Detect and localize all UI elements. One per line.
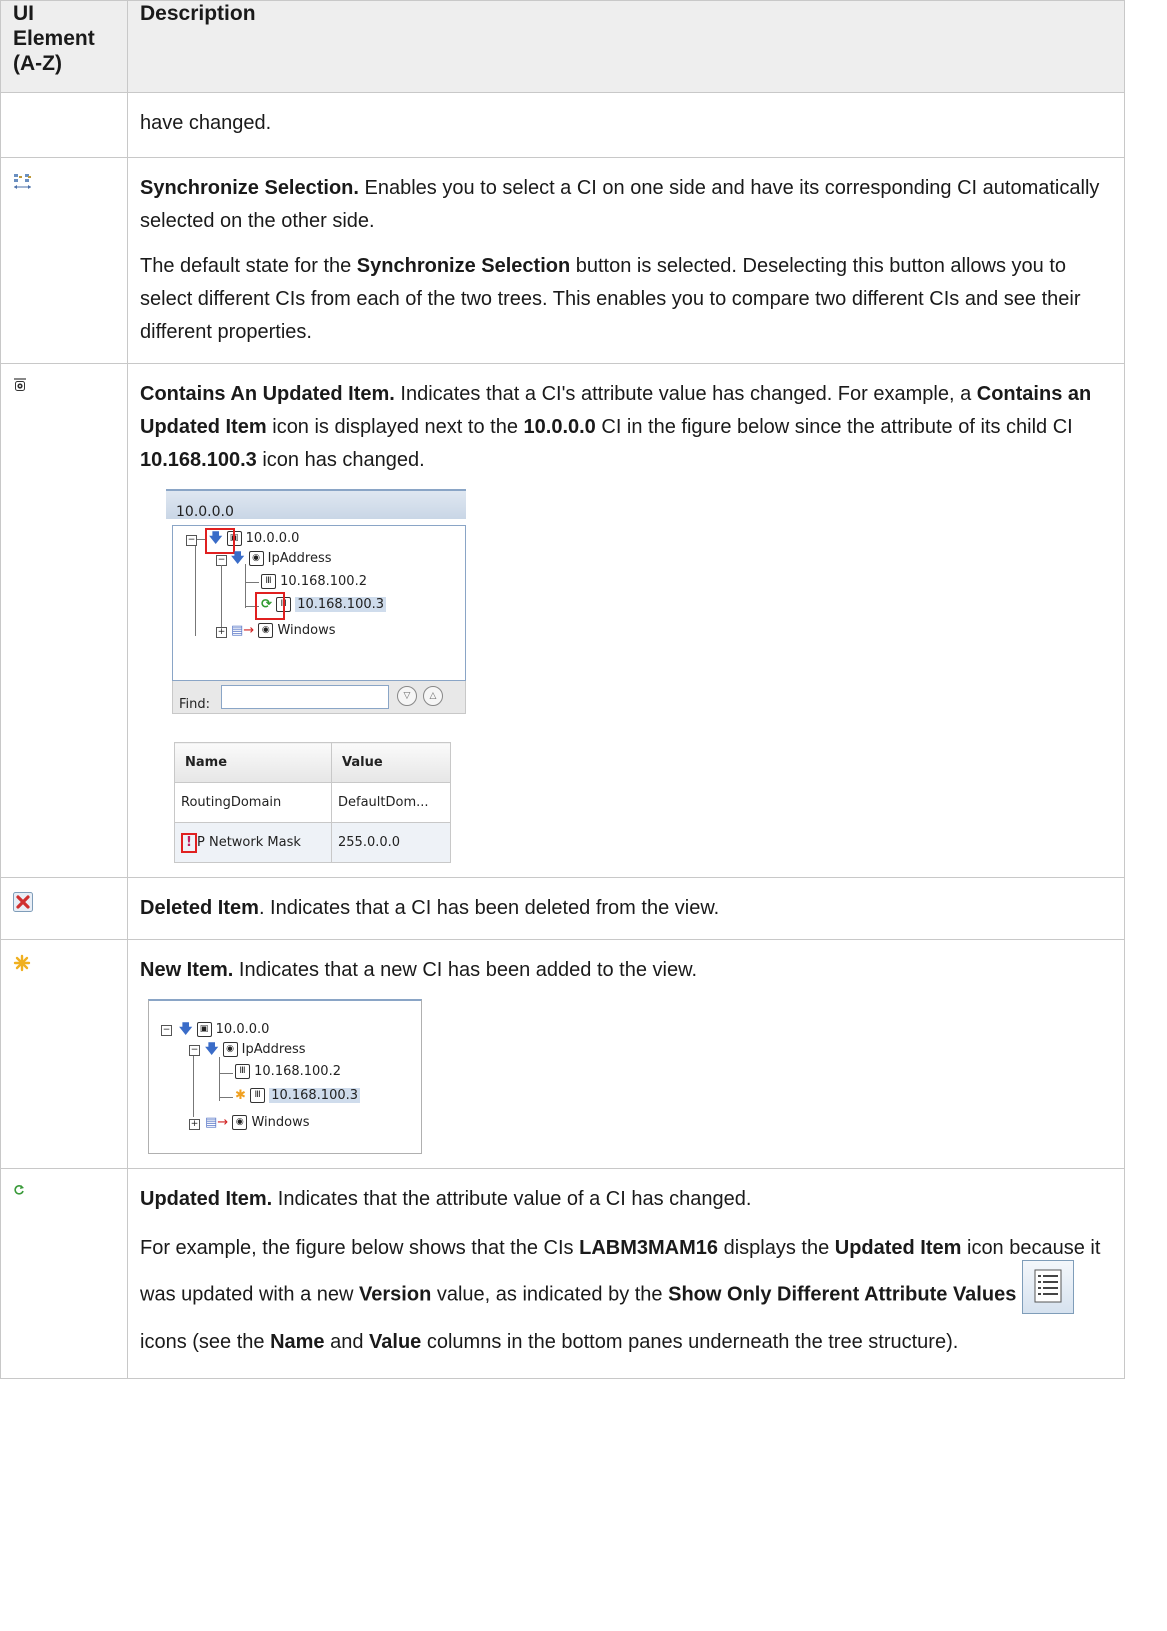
contains-updated-arrow-icon: 🡇: [179, 1022, 193, 1037]
sync-paragraph-1: Synchronize Selection. Enables you to se…: [140, 177, 1100, 232]
property-value: DefaultDom...: [331, 782, 451, 823]
find-label: Find:: [179, 697, 211, 712]
table-row: New Item. Indicates that a new CI has be…: [0, 939, 1125, 1169]
ci-tree: − 🡇 ▣ 10.0.0.0 − 🡇 ◉ IpAddress Ⅲ 10.168.…: [172, 525, 466, 681]
properties-table: Name Value RoutingDomain DefaultDom... !…: [174, 742, 451, 863]
ui-element-table: UI Element (A-Z) Description have changed…: [0, 0, 1125, 1379]
show-only-different-values-icon: [1022, 1260, 1075, 1314]
find-previous-icon[interactable]: △: [423, 686, 443, 706]
table-row[interactable]: ! P Network Mask 255.0.0.0: [174, 822, 451, 863]
ui-element-cell: [0, 157, 128, 364]
new-paragraph: New Item. Indicates that a new CI has be…: [140, 959, 698, 981]
description-cell: Updated Item. Indicates that the attribu…: [127, 1168, 1125, 1379]
ip-icon: Ⅲ: [261, 574, 276, 589]
contains-updated-figure: 10.0.0.0 − 🡇 ▣ 10.0.0.0 − 🡇 ◉ IpAddress …: [166, 489, 466, 863]
highlight-box: [255, 592, 285, 620]
header-ui-element: UI Element (A-Z): [0, 0, 128, 93]
tree-pane-title: 10.0.0.0: [166, 489, 466, 520]
find-bar: Find: ▽ △: [172, 681, 466, 714]
tree-node-ipaddress[interactable]: 🡇 ◉ IpAddress: [205, 1041, 306, 1059]
column-name[interactable]: Name: [174, 742, 332, 783]
contains-updated-arrow-icon: 🡇: [231, 551, 245, 566]
tree-node-ip-2[interactable]: ✱ Ⅲ 10.168.100.3: [235, 1087, 361, 1105]
windows-icon: ◉: [232, 1115, 248, 1130]
windows-icon: ◉: [258, 623, 274, 638]
synchronize-selection-icon: [14, 174, 31, 189]
property-name: RoutingDomain: [174, 782, 332, 823]
find-next-icon[interactable]: ▽: [397, 686, 417, 706]
table-row: have changed.: [0, 92, 1125, 158]
deleted-link-icon: ▤→: [231, 623, 255, 638]
collapse-icon[interactable]: −: [189, 1045, 200, 1056]
table-row[interactable]: RoutingDomain DefaultDom...: [174, 782, 451, 823]
updated-paragraph-1: Updated Item. Indicates that the attribu…: [140, 1188, 752, 1210]
ui-element-cell: [0, 1168, 128, 1379]
ipaddress-icon: ◉: [248, 551, 264, 566]
expand-icon[interactable]: +: [189, 1119, 200, 1130]
tree-node-windows[interactable]: ▤→ ◉ Windows: [205, 1114, 310, 1132]
new-item-icon: ✱: [235, 1088, 246, 1103]
description-cell: Synchronize Selection. Enables you to se…: [127, 157, 1125, 364]
tree-node-ipaddress[interactable]: 🡇 ◉ IpAddress: [231, 550, 332, 568]
contains-paragraph: Contains An Updated Item. Indicates that…: [140, 383, 1092, 471]
description-cell: Deleted Item. Indicates that a CI has be…: [127, 877, 1125, 940]
ui-element-cell: [0, 877, 128, 940]
find-input[interactable]: [221, 685, 389, 709]
header-ui-element-line1: UI Element: [13, 2, 95, 50]
attribute-changed-icon: !: [181, 833, 197, 853]
description-cell: have changed.: [127, 92, 1125, 158]
header-description: Description: [127, 0, 1125, 93]
table-row: Contains An Updated Item. Indicates that…: [0, 363, 1125, 878]
ip-icon: Ⅲ: [250, 1088, 266, 1103]
updated-paragraph-2: For example, the figure below shows that…: [140, 1237, 1101, 1353]
ipaddress-icon: ◉: [222, 1042, 238, 1057]
table-row: Deleted Item. Indicates that a CI has be…: [0, 877, 1125, 940]
property-name: ! P Network Mask: [174, 822, 332, 863]
new-item-figure: − 🡇 ▣ 10.0.0.0 − 🡇 ◉ IpAddress Ⅲ 10.168.…: [148, 999, 422, 1154]
collapse-icon[interactable]: −: [161, 1025, 172, 1036]
tree-node-ip-1[interactable]: Ⅲ 10.168.100.2: [235, 1063, 341, 1081]
ip-icon: Ⅲ: [235, 1064, 250, 1079]
contains-updated-arrow-icon: 🡇: [205, 1042, 219, 1057]
ui-element-cell: [0, 92, 128, 158]
column-value[interactable]: Value: [331, 742, 451, 783]
tree-node-ip-1[interactable]: Ⅲ 10.168.100.2: [261, 573, 367, 591]
property-value: 255.0.0.0: [331, 822, 451, 863]
new-item-icon: [13, 954, 31, 972]
description-cell: Contains An Updated Item. Indicates that…: [127, 363, 1125, 878]
description-cell: New Item. Indicates that a new CI has be…: [127, 939, 1125, 1169]
table-row: Synchronize Selection. Enables you to se…: [0, 157, 1125, 364]
updated-item-icon: [14, 1185, 24, 1195]
deleted-item-icon: [13, 892, 33, 912]
table-row: Updated Item. Indicates that the attribu…: [0, 1168, 1125, 1379]
sync-paragraph-2: The default state for the Synchronize Se…: [140, 255, 1081, 343]
expand-icon[interactable]: +: [216, 627, 227, 638]
tree-node-windows[interactable]: ▤→ ◉ Windows: [231, 622, 336, 640]
host-icon: ▣: [196, 1022, 212, 1037]
contains-updated-item-icon: [14, 378, 26, 391]
collapse-icon[interactable]: −: [186, 535, 197, 546]
deleted-link-icon: ▤→: [205, 1115, 229, 1130]
ui-element-cell: [0, 939, 128, 1169]
tree-node-root[interactable]: 🡇 ▣ 10.0.0.0: [179, 1021, 269, 1039]
deleted-paragraph: Deleted Item. Indicates that a CI has be…: [140, 897, 720, 919]
ui-element-cell: [0, 363, 128, 878]
table-header-row: UI Element (A-Z) Description: [0, 0, 1125, 93]
header-ui-element-line2: (A-Z): [13, 52, 62, 75]
